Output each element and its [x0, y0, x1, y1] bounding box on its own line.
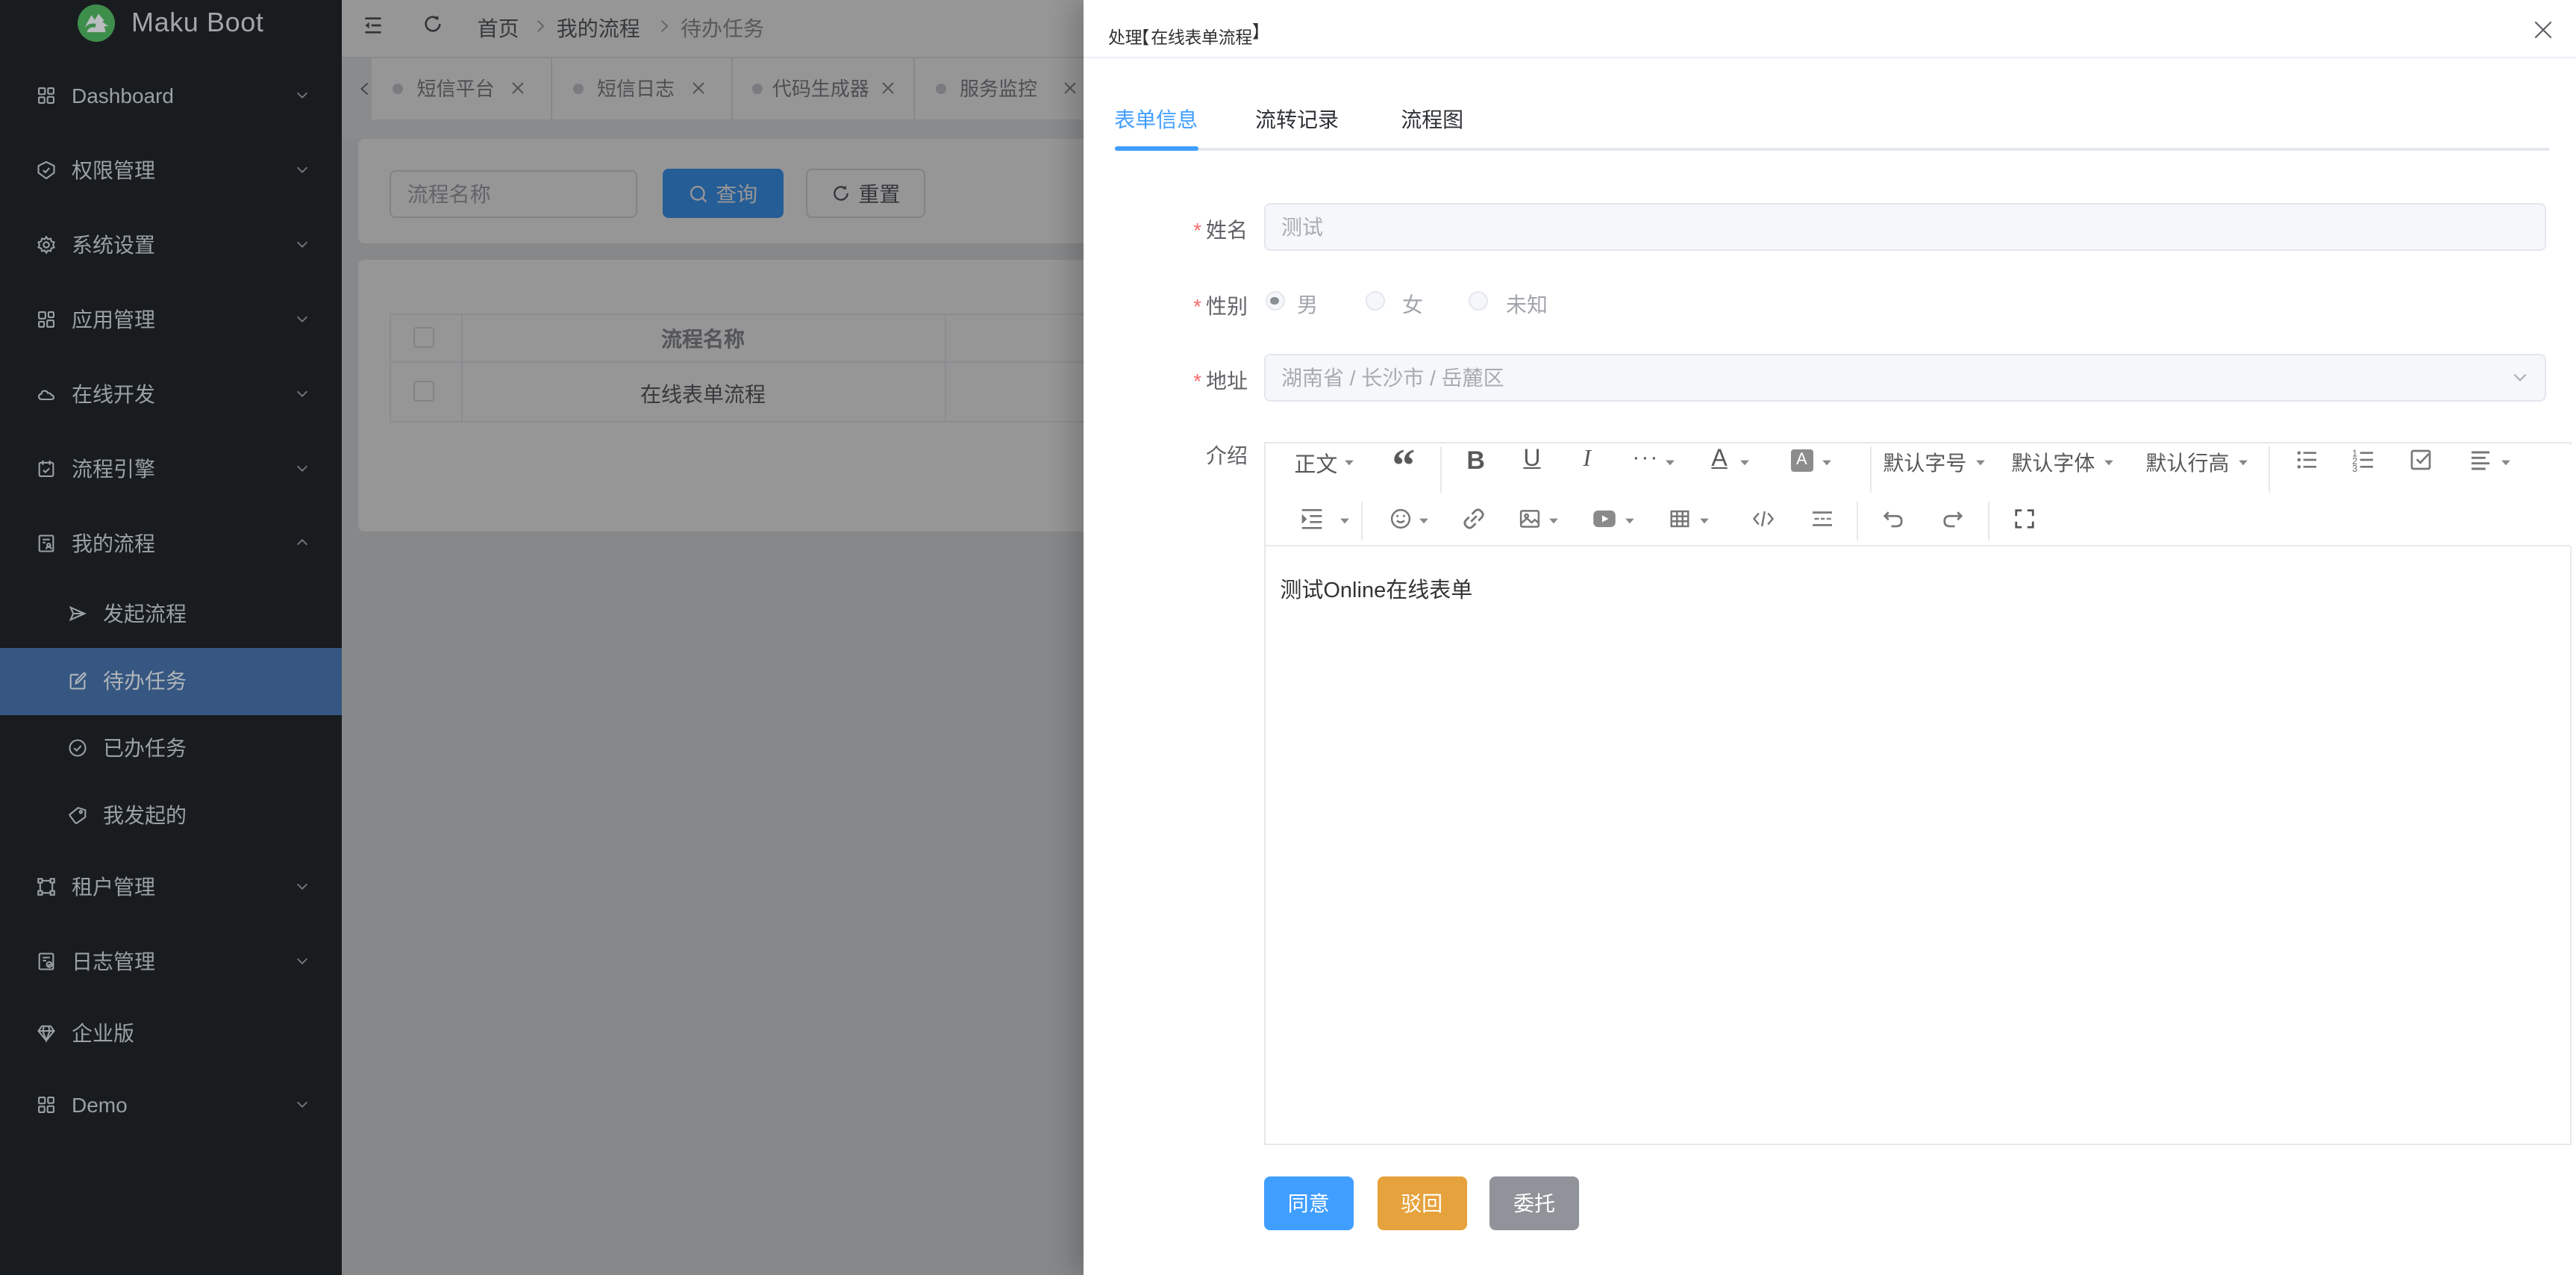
svg-text:3: 3 — [2351, 464, 2357, 473]
